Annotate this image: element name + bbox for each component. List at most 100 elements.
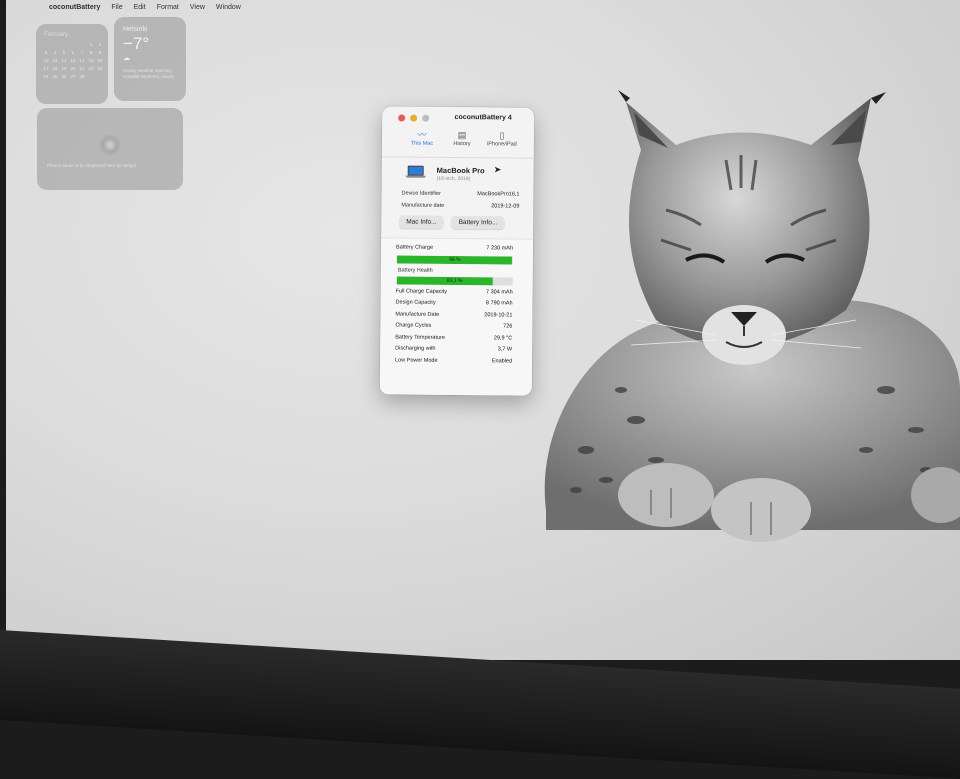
calendar-day: 9: [98, 50, 102, 55]
info-buttons: Mac Info... Battery Info...: [381, 215, 533, 236]
calendar-day: 24: [43, 74, 49, 79]
device-header: MacBook Pro (16-inch, 2019) ➤: [382, 157, 534, 188]
tab-history-label: History: [453, 140, 471, 148]
photos-placeholder-icon: [99, 134, 121, 156]
battery-charge-bar: 99 %: [396, 254, 513, 264]
device-name: MacBook Pro: [436, 165, 485, 176]
battery-health-label: Battery Health: [397, 266, 433, 274]
calendar-day: 20: [70, 66, 76, 71]
menu-window[interactable]: Window: [216, 4, 241, 11]
calendar-day: 11: [52, 58, 58, 63]
menu-bar: coconutBattery File Edit Format View Win…: [6, 0, 960, 14]
battery-health-percent: 83,1 %: [446, 277, 463, 284]
zoom-button[interactable]: [422, 114, 430, 122]
device-identifier-value: MacBookPro16,1: [477, 191, 520, 198]
stat-value: 726: [503, 323, 513, 330]
calendar-day: [69, 42, 77, 47]
calendar-day: 1: [89, 42, 93, 47]
tab-iphone-ipad-label: iPhone/iPad: [487, 141, 517, 148]
coconutbattery-window[interactable]: coconutBattery 4 〰 This Mac ▤ History ▯ …: [379, 106, 535, 396]
close-button[interactable]: [398, 114, 406, 122]
stat-value: 7 304 mAh: [486, 288, 513, 295]
calendar-day: 17: [43, 66, 49, 71]
calendar-day: 6: [71, 50, 75, 55]
weather-description: Snowy weather warning, snowfall expected…: [123, 68, 175, 79]
device-manufacture-label: Manufacture date: [401, 202, 445, 209]
calendar-day: 16: [97, 58, 103, 63]
battery-waves-icon: 〰: [417, 129, 427, 140]
weather-city: Helsinki: [123, 26, 148, 33]
tab-this-mac[interactable]: 〰 This Mac: [405, 129, 439, 153]
calendar-day: 13: [70, 58, 76, 63]
calendar-day: 27: [70, 74, 76, 79]
calendar-day: 14: [79, 58, 85, 63]
cloud-icon: ☁: [123, 55, 130, 62]
calendar-day: 23: [97, 66, 103, 71]
battery-charge-row: Battery Charge 7 230 mAh: [381, 242, 533, 255]
stat-value: 8 790 mAh: [485, 300, 513, 307]
calendar-day: [42, 42, 50, 47]
stat-label: Full Charge Capacity: [395, 287, 448, 295]
tab-history[interactable]: ▤ History: [445, 129, 479, 153]
stat-value: Enabled: [491, 357, 513, 364]
calendar-day: 2: [98, 42, 102, 47]
calendar-day: 19: [61, 66, 67, 71]
stat-label: Low Power Mode: [395, 356, 438, 364]
calendar-day: 4: [53, 50, 57, 55]
calendar-day: 8: [89, 50, 93, 55]
stat-value: 3,7 W: [497, 346, 513, 353]
menu-format[interactable]: Format: [157, 4, 179, 11]
battery-stats-panel: Battery Charge 7 230 mAh 99 % Battery He…: [379, 237, 534, 396]
calendar-day: 12: [61, 58, 67, 63]
weather-widget[interactable]: Helsinki −7° ☁ Snowy weather warning, sn…: [114, 17, 186, 101]
calendar-day: 28: [79, 74, 85, 79]
menu-file[interactable]: File: [111, 4, 122, 11]
window-title: coconutBattery 4: [454, 113, 512, 122]
battery-charge-percent: 99 %: [449, 256, 461, 263]
weather-temperature: −7°: [123, 34, 150, 53]
tab-this-mac-label: This Mac: [410, 140, 434, 147]
calendar-day: 10: [43, 58, 49, 63]
stat-value: 29,9 °C: [493, 334, 513, 341]
photos-widget[interactable]: Photos about to be displayed here for wi…: [37, 108, 183, 190]
calendar-day: [51, 42, 59, 47]
stat-label: Manufacture Date: [395, 310, 440, 318]
device-model-year: (16-inch, 2019): [436, 175, 471, 183]
calendar-widget[interactable]: February 1 2 3 4 5 6 7 8 9 10 11 12 13 14 15 16 17 18 19 20…: [36, 24, 108, 104]
stat-label: Charge Cycles: [395, 322, 432, 329]
device-manufacture-value: 2019-12-09: [491, 203, 520, 210]
device-identifier-label: Device Identifier: [401, 190, 441, 197]
window-titlebar[interactable]: coconutBattery 4: [382, 106, 534, 129]
tab-iphone-ipad[interactable]: ▯ iPhone/iPad: [485, 129, 519, 153]
menu-view[interactable]: View: [190, 4, 205, 11]
battery-info-button[interactable]: Battery Info...: [451, 215, 505, 230]
battery-charge-label: Battery Charge: [396, 244, 434, 251]
calendar-day: 5: [62, 50, 66, 55]
minimize-button[interactable]: [410, 114, 418, 122]
device-manufacture-row: Manufacture date 2019-12-09: [381, 199, 533, 212]
calendar-day: 25: [52, 74, 58, 79]
laptop-icon: [405, 165, 426, 180]
calendar-day: 15: [88, 58, 94, 63]
phone-icon: ▯: [499, 130, 505, 141]
stat-label: Discharging with: [395, 345, 436, 352]
calendar-grid: 1 2 3 4 5 6 7 8 9 10 11 12 13 14 15 16 17 18 19 20 21 22 23 24 2…: [42, 42, 108, 79]
calendar-day: 22: [88, 66, 94, 71]
calendar-day: 18: [52, 66, 58, 71]
stat-label: Design Capacity: [395, 299, 436, 306]
calendar-day: 7: [80, 50, 84, 55]
menu-edit[interactable]: Edit: [134, 4, 146, 11]
toolbar-tabs: 〰 This Mac ▤ History ▯ iPhone/iPad: [382, 128, 534, 153]
mouse-cursor-icon: ➤: [493, 164, 502, 175]
mac-info-button[interactable]: Mac Info...: [399, 215, 444, 229]
archive-box-icon: ▤: [457, 130, 467, 141]
lynx-wallpaper: [544, 90, 960, 542]
calendar-day: 26: [61, 74, 67, 79]
menu-app-name[interactable]: coconutBattery: [49, 4, 100, 11]
stat-row: Low Power Mode Enabled: [380, 355, 532, 368]
stat-label: Battery Temperature: [395, 333, 446, 341]
photos-message: Photos about to be displayed here for wi…: [47, 163, 137, 168]
battery-charge-value: 7 230 mAh: [486, 245, 514, 252]
calendar-day: [78, 42, 86, 47]
calendar-day: [60, 42, 68, 47]
